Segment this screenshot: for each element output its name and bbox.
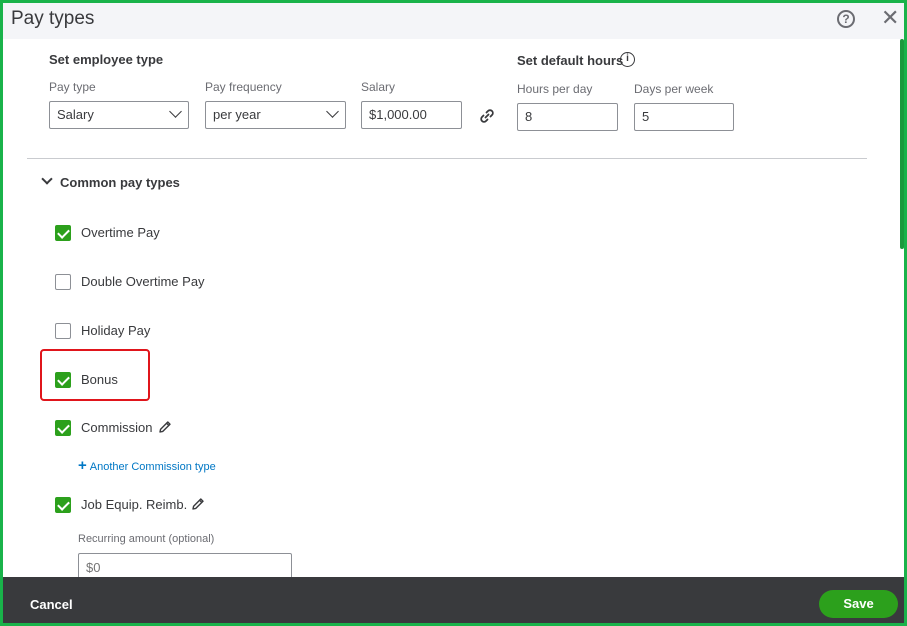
days-per-week-label: Days per week: [634, 82, 714, 96]
chevron-down-icon: [326, 105, 339, 118]
default-hours-heading: Set default hours: [517, 53, 624, 68]
help-icon[interactable]: ?: [837, 10, 855, 28]
checkbox-bonus[interactable]: [55, 372, 71, 388]
days-per-week-input[interactable]: 5: [634, 103, 734, 131]
add-commission-label: Another Commission type: [89, 461, 216, 473]
pay-type-label: Holiday Pay: [81, 323, 151, 338]
pay-type-label: Double Overtime Pay: [81, 274, 205, 289]
hours-per-day-label: Hours per day: [517, 82, 593, 96]
salary-value: $1,000.00: [369, 107, 427, 122]
pay-types-dialog: Pay types ? ✕ Set employee type Pay type…: [3, 3, 904, 623]
pay-frequency-value: per year: [213, 107, 261, 122]
save-button[interactable]: Save: [819, 590, 898, 618]
pay-type-label: Bonus: [81, 372, 118, 387]
checkbox-double-overtime-pay[interactable]: [55, 274, 71, 290]
pay-type-label: Commission: [81, 420, 153, 435]
employee-type-heading: Set employee type: [49, 52, 164, 67]
dialog-footer: Cancel Save: [3, 577, 904, 623]
section-divider: [27, 158, 867, 159]
chevron-down-icon: [41, 173, 53, 185]
hours-per-day-value: 8: [525, 109, 533, 124]
dialog-header: Pay types ? ✕: [3, 3, 904, 39]
pay-frequency-label: Pay frequency: [205, 80, 282, 94]
salary-input[interactable]: $1,000.00: [361, 101, 462, 129]
days-per-week-value: 5: [642, 109, 650, 124]
close-icon[interactable]: ✕: [881, 7, 899, 29]
pencil-icon[interactable]: [158, 420, 172, 434]
pencil-icon[interactable]: [191, 497, 205, 511]
pay-type-value: Salary: [57, 107, 94, 122]
pay-type-label: Pay type: [49, 80, 96, 94]
checkbox-overtime-pay[interactable]: [55, 225, 71, 241]
cancel-button[interactable]: Cancel: [30, 597, 73, 612]
recurring-amount-label: Recurring amount (optional): [78, 533, 215, 545]
checkbox-holiday-pay[interactable]: [55, 323, 71, 339]
pay-frequency-select[interactable]: per year: [205, 101, 346, 129]
scrollbar-thumb[interactable]: [900, 39, 904, 249]
checkbox-commission[interactable]: [55, 420, 71, 436]
info-icon[interactable]: i: [620, 52, 635, 67]
hours-per-day-input[interactable]: 8: [517, 103, 618, 131]
checkbox-job-equip-reimb[interactable]: [55, 497, 71, 513]
chevron-down-icon: [169, 105, 182, 118]
add-commission-link[interactable]: + Another Commission type: [78, 457, 216, 474]
pay-type-select[interactable]: Salary: [49, 101, 189, 129]
common-pay-types-heading: Common pay types: [60, 175, 180, 190]
link-icon[interactable]: [478, 107, 496, 125]
pay-type-label: Overtime Pay: [81, 225, 160, 240]
pay-type-label: Job Equip. Reimb.: [81, 497, 188, 512]
plus-icon: +: [78, 457, 87, 474]
salary-label: Salary: [361, 80, 396, 94]
dialog-title: Pay types: [11, 8, 95, 29]
